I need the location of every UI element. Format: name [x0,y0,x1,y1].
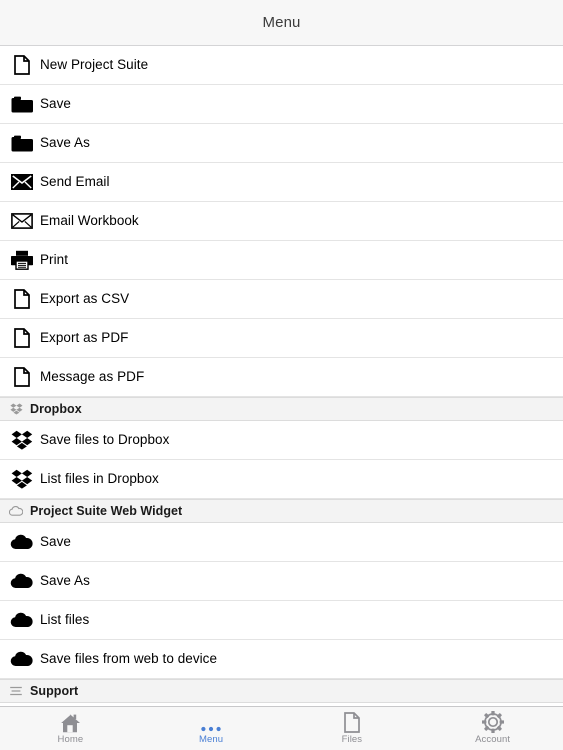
list-item-label: Send Email [40,174,110,190]
menu-screen: Menu New Project Suite Save Save As Send Em… [0,0,563,750]
tab-bar: Home Menu Files Account [0,706,563,750]
tab-label: Files [341,733,363,745]
list-item-label: List files in Dropbox [40,471,159,487]
list-item-label: Export as CSV [40,291,130,307]
list-lines-icon [9,684,23,698]
dropbox-icon [9,402,23,416]
cloud-filled-icon [9,529,35,555]
envelope-filled-icon [9,169,35,195]
cloud-outline-icon [9,504,23,518]
dropbox-icon [9,427,35,453]
section-header-label: Project Suite Web Widget [30,504,183,518]
list-item[interactable]: Message as PDF [0,358,563,397]
section-header: Support [0,679,563,703]
folder-icon [9,91,35,117]
tab-label: Account [475,733,511,745]
list-item[interactable]: List files in Dropbox [0,460,563,499]
tab-label: Menu [199,733,224,745]
tab-menu[interactable]: Menu [141,707,282,750]
list-item-label: Export as PDF [40,330,129,346]
list-item[interactable]: Save [0,85,563,124]
folder-icon [9,130,35,156]
list-item[interactable]: Save [0,523,563,562]
list-item-label: List files [40,612,90,628]
list-item[interactable]: Save files from web to device [0,640,563,679]
home-icon [59,712,81,733]
envelope-outline-icon [9,208,35,234]
document-icon [9,286,35,312]
file-icon [344,711,360,733]
dropbox-icon [9,466,35,492]
section-header-label: Dropbox [30,402,82,416]
list-item[interactable]: Print [0,241,563,280]
gear-icon [481,710,504,733]
menu-list[interactable]: New Project Suite Save Save As Send Email Em… [0,46,563,706]
list-item[interactable]: Export as PDF [0,319,563,358]
cloud-filled-icon [9,607,35,633]
list-item-label: Save As [40,135,90,151]
section-header: Dropbox [0,397,563,421]
ellipsis-icon [199,712,223,733]
page-title: Menu [262,14,301,31]
document-icon [9,325,35,351]
tab-home[interactable]: Home [0,707,141,750]
section-header: Project Suite Web Widget [0,499,563,523]
list-item-label: Save [40,534,71,550]
list-item-label: Save files from web to device [40,651,218,667]
list-item[interactable]: Export as CSV [0,280,563,319]
list-item-label: Save As [40,573,90,589]
printer-icon [9,247,35,273]
tab-files[interactable]: Files [282,707,423,750]
list-item-label: Email Workbook [40,213,139,229]
cloud-filled-icon [9,568,35,594]
list-item-label: Print [40,252,69,268]
tab-account[interactable]: Account [422,707,563,750]
list-item-label: Save [40,96,71,112]
document-icon [9,52,35,78]
document-icon [9,364,35,390]
list-item-label: New Project Suite [40,57,149,73]
list-item-label: Save files to Dropbox [40,432,170,448]
list-item[interactable]: Save As [0,562,563,601]
list-item[interactable]: Email Workbook [0,202,563,241]
navigation-bar: Menu [0,0,563,46]
section-header-label: Support [30,684,79,698]
list-item[interactable]: New Project Suite [0,46,563,85]
list-item[interactable]: List files [0,601,563,640]
tab-label: Home [57,733,84,745]
list-item[interactable]: Save files to Dropbox [0,421,563,460]
cloud-filled-icon [9,646,35,672]
list-item[interactable]: Save As [0,124,563,163]
list-item-label: Message as PDF [40,369,145,385]
list-item[interactable]: Send Email [0,163,563,202]
